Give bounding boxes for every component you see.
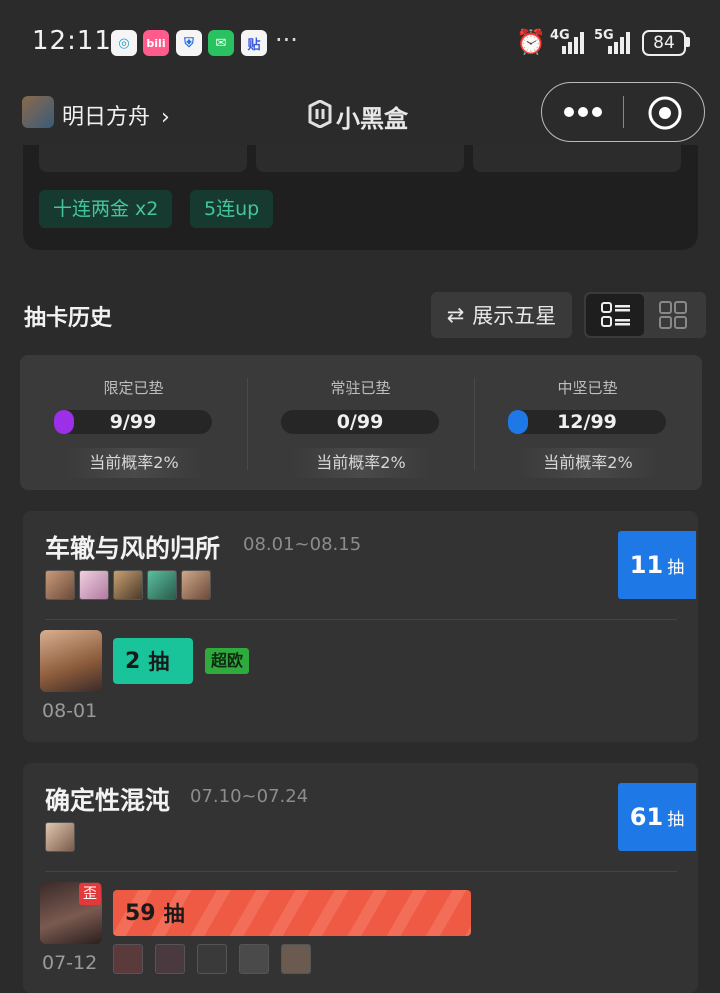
divider — [45, 619, 677, 620]
pity-label: 限定已垫 — [103, 379, 164, 397]
operator-thumbnail — [147, 570, 177, 600]
banner-dates: 08.01~08.15 — [243, 534, 362, 555]
operator-thumbnail — [45, 822, 75, 852]
capsule-divider — [623, 96, 624, 128]
stat-tile — [473, 145, 681, 172]
pull-count: 59 — [125, 900, 156, 926]
pull-date: 08-01 — [42, 700, 98, 722]
close-miniprogram-button[interactable] — [646, 94, 684, 132]
pull-unit: 抽 — [667, 557, 685, 578]
pity-standard: 常驻已垫 0/99 当前概率2% — [247, 355, 474, 490]
toggle-label: 展示五星 — [472, 304, 557, 328]
chevron-right-icon: › — [161, 105, 170, 130]
banner-name: 确定性混沌 — [45, 786, 171, 815]
pity-limited: 限定已垫 9/99 当前概率2% — [20, 355, 247, 490]
tieba-icon: 贴 — [241, 30, 267, 56]
luck-tag: 超欧 — [205, 648, 250, 674]
brand-name: 小黑盒 — [336, 105, 408, 133]
pull-unit: 抽 — [163, 902, 185, 926]
five-star-pull-bar: 59 抽 — [113, 890, 471, 936]
pity-rate: 当前概率2% — [518, 448, 658, 478]
pull-unit: 抽 — [148, 650, 170, 674]
swap-icon: ⇄ — [446, 303, 465, 327]
pity-value: 12/99 — [557, 411, 617, 433]
more-notifications-icon: ··· — [275, 26, 298, 54]
wechat-icon: ✉ — [208, 30, 234, 56]
alarm-icon: ⏰ — [516, 28, 546, 56]
operator-thumbnail — [197, 944, 227, 974]
operator-thumbnail — [79, 570, 109, 600]
achievement-tag: 5连up — [190, 190, 274, 228]
pity-core: 中坚已垫 12/99 当前概率2% — [474, 355, 701, 490]
show-five-star-toggle[interactable]: ⇄ 展示五星 — [431, 292, 572, 338]
five-star-pull-bar: 2 抽 — [113, 638, 193, 684]
operator-thumbnail — [113, 570, 143, 600]
stat-tile — [39, 145, 247, 172]
operator-thumbnail — [155, 944, 185, 974]
banner-pull-count: 61 抽 — [618, 783, 696, 851]
pity-value: 0/99 — [336, 411, 384, 433]
operator-thumbnail — [181, 570, 211, 600]
signal-4g-icon — [562, 30, 584, 54]
grid-view-button[interactable] — [659, 301, 687, 329]
pity-rate: 当前概率2% — [291, 448, 431, 478]
list-view-icon — [601, 302, 630, 327]
signal-5g-icon — [608, 30, 630, 54]
game-selector[interactable]: 明日方舟 › — [62, 99, 170, 131]
battery-tip — [686, 37, 690, 47]
off-banner-tag: 歪 — [79, 883, 101, 905]
divider — [45, 871, 677, 872]
battery-icon: 84 — [642, 30, 686, 56]
history-title: 抽卡历史 — [24, 306, 113, 331]
pity-progress-bar: 12/99 — [508, 410, 666, 434]
xiaoheihe-logo-icon — [308, 100, 332, 128]
pity-progress-bar: 0/99 — [281, 410, 439, 434]
pity-value: 9/99 — [109, 411, 157, 433]
pull-count: 61 — [629, 803, 664, 831]
shield-icon: ⛨ — [176, 30, 202, 56]
bilibili-icon: bili — [143, 30, 169, 56]
pity-progress-bar: 9/99 — [54, 410, 212, 434]
game-name: 明日方舟 — [62, 105, 151, 130]
banner-name: 车辙与风的归所 — [45, 534, 221, 563]
pull-count: 2 — [125, 648, 141, 674]
pity-label: 中坚已垫 — [557, 379, 618, 397]
operator-avatar — [40, 630, 102, 692]
banner-pull-count: 11 抽 — [618, 531, 696, 599]
more-menu-button[interactable] — [563, 104, 603, 120]
china-mobile-icon: ◎ — [111, 30, 137, 56]
operator-thumbnail — [281, 944, 311, 974]
pity-label: 常驻已垫 — [330, 379, 391, 397]
pull-date: 07-12 — [42, 952, 98, 974]
clock: 12:11 — [32, 26, 112, 56]
stat-tile — [256, 145, 464, 172]
operator-thumbnail — [239, 944, 269, 974]
pity-rate: 当前概率2% — [64, 448, 204, 478]
game-avatar[interactable] — [22, 96, 54, 128]
banner-dates: 07.10~07.24 — [190, 786, 309, 807]
achievement-tag: 十连两金 x2 — [39, 190, 173, 228]
pull-unit: 抽 — [667, 809, 685, 830]
pull-count: 11 — [629, 551, 664, 579]
operator-thumbnail — [45, 570, 75, 600]
operator-thumbnail — [113, 944, 143, 974]
